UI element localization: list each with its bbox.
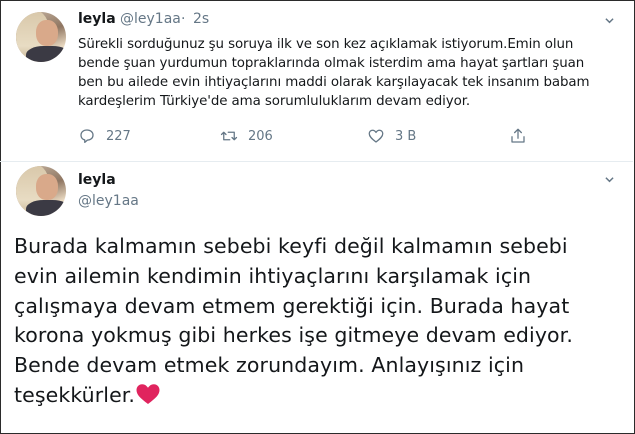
retweet-icon bbox=[220, 131, 238, 141]
like-icon bbox=[368, 129, 384, 143]
retweet-button[interactable]: 206 bbox=[220, 124, 273, 148]
author-handle[interactable]: @ley1aa bbox=[120, 11, 181, 27]
author-name[interactable]: leyla bbox=[78, 172, 116, 188]
reply-icon bbox=[80, 129, 94, 144]
avatar[interactable] bbox=[16, 166, 66, 216]
tweet-text: Sürekli sorduğunuz şu soruya ilk ve son … bbox=[78, 37, 590, 109]
retweet-count: 206 bbox=[248, 128, 273, 144]
tweet-text: Burada kalmamın sebebi keyfi değil kalma… bbox=[14, 234, 573, 407]
chevron-down-icon[interactable] bbox=[605, 16, 614, 25]
like-count: 3 B bbox=[395, 128, 417, 144]
tweet-actions: 227 206 3 B bbox=[78, 124, 538, 148]
like-button[interactable]: 3 B bbox=[367, 124, 416, 148]
share-button[interactable] bbox=[509, 124, 537, 148]
tweet-divider bbox=[0, 161, 633, 162]
author-handle[interactable]: @ley1aa bbox=[78, 193, 139, 209]
tweet-timestamp[interactable]: 2s bbox=[193, 11, 209, 27]
separator-dot: · bbox=[181, 11, 186, 27]
avatar[interactable] bbox=[16, 12, 66, 62]
red-heart-emoji bbox=[136, 384, 160, 404]
tweet-text-large: Burada kalmamın sebebi keyfi değil kalma… bbox=[14, 232, 624, 411]
reply-button[interactable]: 227 bbox=[78, 124, 131, 148]
chevron-down-icon[interactable] bbox=[605, 175, 614, 184]
author-name[interactable]: leyla bbox=[78, 11, 116, 27]
reply-count: 227 bbox=[106, 128, 131, 144]
share-icon bbox=[511, 128, 525, 143]
